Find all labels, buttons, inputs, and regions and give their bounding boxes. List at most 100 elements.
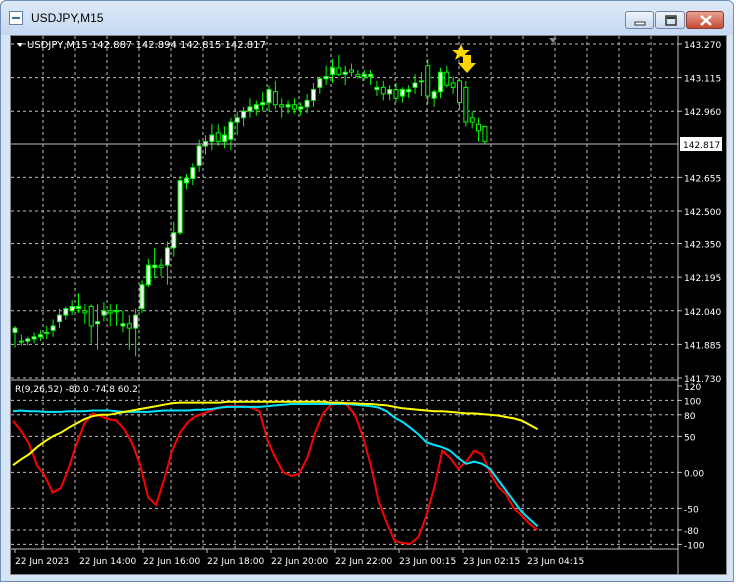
indicator-tick-label: 120 xyxy=(684,383,701,393)
chart-shift-icon[interactable] xyxy=(549,38,557,43)
maximize-button[interactable] xyxy=(655,11,685,29)
time-label: 22 Jun 18:00 xyxy=(207,557,264,567)
price-tick-label: 141.885 xyxy=(684,341,721,351)
maximize-icon xyxy=(665,15,677,26)
candle-body xyxy=(444,71,450,86)
candle-body xyxy=(355,73,361,78)
candle-body xyxy=(342,71,348,75)
title-bar[interactable]: USDJPY,M15 xyxy=(1,1,733,35)
price-tick-label: 143.115 xyxy=(684,75,721,85)
minimize-icon xyxy=(634,21,646,26)
price-tick-label: 142.350 xyxy=(684,241,721,251)
candle-body xyxy=(482,125,488,143)
candle-body xyxy=(393,89,399,99)
candle-body xyxy=(12,327,18,333)
candle-body xyxy=(177,180,183,234)
time-label: 22 Jun 2023 xyxy=(15,557,69,567)
candle-body xyxy=(291,104,297,110)
candle-body xyxy=(25,338,31,342)
time-label: 23 Jun 04:15 xyxy=(527,557,584,567)
chart-window-icon[interactable] xyxy=(9,11,23,25)
candle-body xyxy=(298,106,304,110)
time-label: 22 Jun 14:00 xyxy=(79,557,136,567)
close-button[interactable] xyxy=(686,11,724,29)
time-label: 22 Jun 16:00 xyxy=(143,557,200,567)
window-title: USDJPY,M15 xyxy=(31,11,104,25)
candle-body xyxy=(349,69,355,73)
candle-body xyxy=(469,117,475,123)
chart-canvas[interactable]: 143.270 143.115 142.960 142.655 142.500 142.3… xyxy=(11,36,726,574)
candle-body xyxy=(63,308,69,316)
candle-body xyxy=(228,121,234,140)
candle-body xyxy=(361,73,367,78)
indicator-tick-label: -100 xyxy=(684,541,705,551)
candle-body xyxy=(44,331,50,334)
indicator-tick-label: 100 xyxy=(684,397,701,407)
time-label: 23 Jun 02:15 xyxy=(463,557,520,567)
candle-body xyxy=(380,86,386,95)
candle-body xyxy=(406,89,412,93)
arrow-down-icon xyxy=(458,55,476,73)
indicator-tick-label: -80 xyxy=(684,527,699,537)
candle-body xyxy=(399,89,405,97)
price-tick-label: 142.195 xyxy=(684,274,721,284)
candle-body xyxy=(95,321,101,325)
chart-header: USDJPY,M15 142.887 142.894 142.815 142.8… xyxy=(27,40,266,51)
candle-body xyxy=(190,167,196,179)
time-label: 23 Jun 00:15 xyxy=(399,557,456,567)
candle-body xyxy=(76,305,81,310)
candle-body xyxy=(463,86,469,123)
candle-body xyxy=(31,336,37,340)
candle-body xyxy=(431,91,437,99)
candle-body xyxy=(107,310,113,314)
candle-body xyxy=(152,264,158,268)
candle-body xyxy=(266,89,272,104)
candle-body xyxy=(37,334,43,338)
candle-body xyxy=(82,310,88,314)
candle-body xyxy=(272,91,278,106)
candle-body xyxy=(101,310,107,316)
close-icon xyxy=(700,15,712,26)
candle-body xyxy=(126,323,132,329)
indicator-tick-label: 0.00 xyxy=(684,469,704,479)
candle-body xyxy=(145,264,151,286)
price-tick-label: 142.960 xyxy=(684,108,721,118)
price-axis: 143.270 143.115 142.960 142.655 142.500 142.3… xyxy=(678,41,721,385)
indicator-tick-label: 80 xyxy=(684,412,696,422)
candle-body xyxy=(234,117,240,123)
candle-body xyxy=(450,82,456,88)
candle-body xyxy=(387,89,393,95)
candle-body xyxy=(164,247,170,266)
minimize-button[interactable] xyxy=(625,11,654,29)
candle-body xyxy=(279,104,285,108)
candle-body xyxy=(304,99,310,108)
price-tick-label: 142.655 xyxy=(684,174,721,184)
price-tick-label: 143.270 xyxy=(684,41,721,51)
candle-body xyxy=(56,314,62,323)
candle-body xyxy=(158,264,164,268)
candle-body xyxy=(69,305,75,312)
chart-menu-triangle-icon[interactable] xyxy=(17,43,23,47)
candle-body xyxy=(18,340,24,343)
candle-body xyxy=(457,80,462,104)
candle-body xyxy=(50,325,56,331)
price-tick-label: 142.040 xyxy=(684,308,721,318)
candle-body xyxy=(133,314,139,329)
candle-body xyxy=(209,134,215,143)
candle-body xyxy=(425,65,431,97)
chart-area[interactable]: 143.270 143.115 142.960 142.655 142.500 142.3… xyxy=(10,35,727,575)
candle-body xyxy=(437,71,443,93)
candle-body xyxy=(260,102,266,106)
candle-body xyxy=(336,67,342,75)
candle-body xyxy=(247,106,253,112)
chart-window: USDJPY,M15 143.270 143.115 142.960 142.655 1… xyxy=(0,0,734,582)
candle-body xyxy=(285,104,291,108)
candle-body xyxy=(114,310,120,313)
candle-body xyxy=(241,110,247,119)
indicator-header: R(9,26,52) -80.0 -74.8 60.2 xyxy=(15,385,138,395)
candle-body xyxy=(418,80,424,83)
candle-body xyxy=(317,78,323,88)
time-label: 22 Jun 20:00 xyxy=(271,557,328,567)
candle-body xyxy=(120,323,126,327)
candle-body xyxy=(374,86,380,91)
